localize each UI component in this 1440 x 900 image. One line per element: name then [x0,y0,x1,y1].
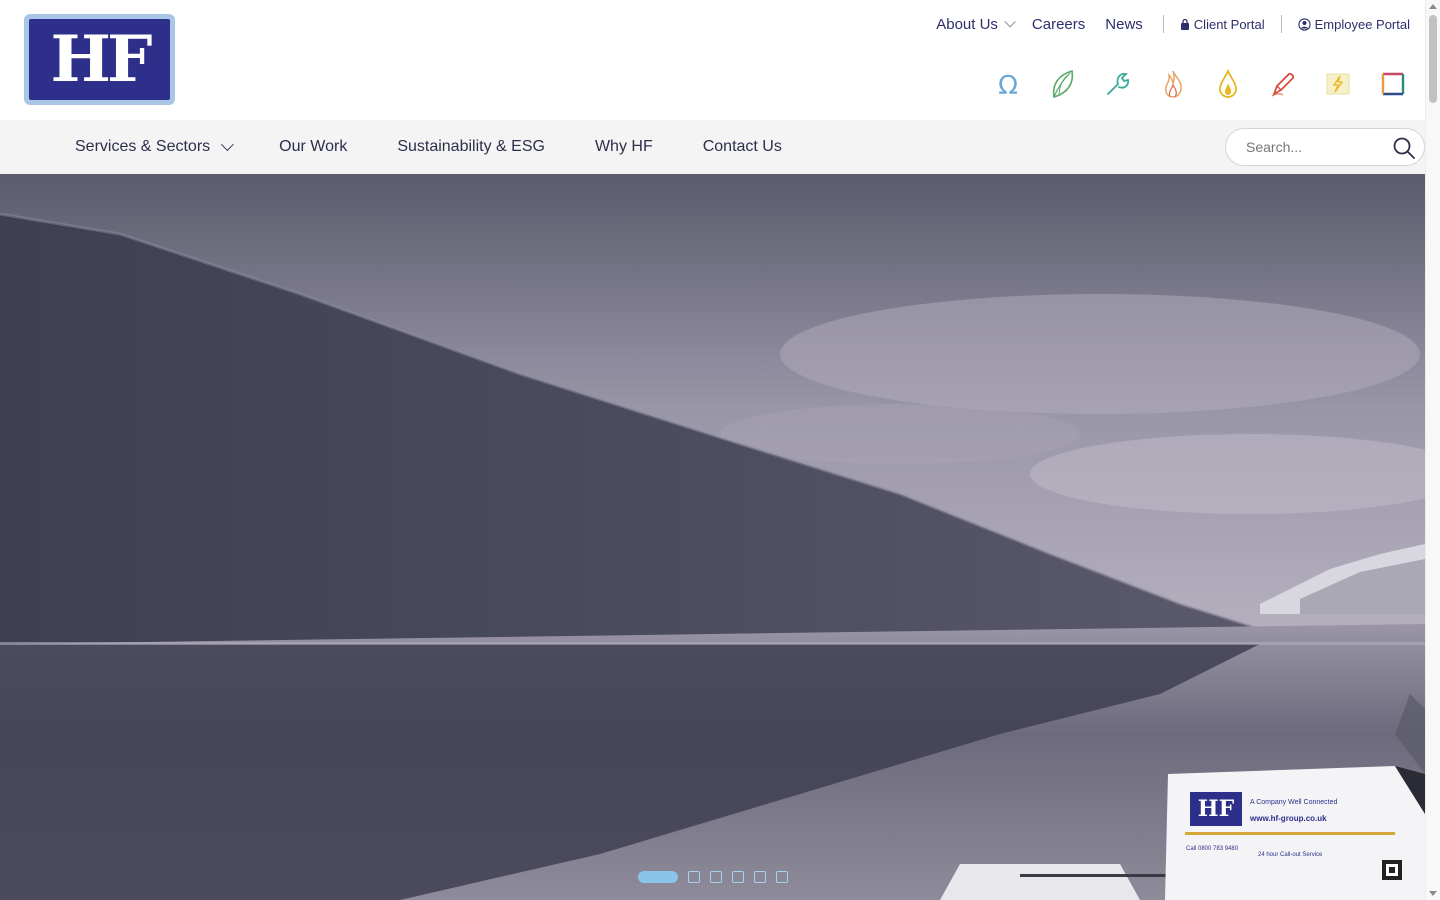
van-tagline: A Company Well Connected [1250,799,1338,806]
fire-drop-icon[interactable] [1212,68,1244,100]
logo-text: HF [50,21,153,97]
flame-icon[interactable] [1157,68,1189,100]
scroll-up-icon[interactable] [1429,4,1437,9]
page: HF About Us Careers News Client Portal E… [0,0,1440,900]
wrench-icon[interactable] [1102,68,1134,100]
page-scrollbar[interactable] [1425,0,1440,900]
scroll-down-icon[interactable] [1429,891,1437,896]
van-service: 24 hour Call-out Service [1258,852,1323,858]
nav-label: Services & Sectors [75,138,211,155]
omega-icon[interactable]: Ω [992,68,1024,100]
utility-nav: About Us Careers News Client Portal Empl… [916,12,1410,36]
slide-dot-3[interactable] [710,871,722,883]
van: HF A Company Well Connected www.hf-group… [1165,766,1425,900]
van-website: www.hf-group.co.uk [1249,814,1327,823]
slide-dot-6[interactable] [776,871,788,883]
client-portal-label: Client Portal [1193,16,1265,32]
employee-portal-link[interactable]: Employee Portal [1297,16,1410,32]
user-circle-icon [1297,17,1311,31]
logo-badge: HF [29,19,170,100]
search-icon[interactable] [1392,136,1416,160]
employee-portal-label: Employee Portal [1314,16,1410,32]
nav-contact-us[interactable]: Contact Us [703,138,782,156]
search-box [1225,128,1425,166]
main-nav: Services & Sectors Our Work Sustainabili… [0,120,1425,174]
van-phone: Call 0800 783 9480 [1186,846,1239,852]
hf-logo[interactable]: HF [24,14,175,105]
site-header: HF About Us Careers News Client Portal E… [0,0,1425,120]
search-input[interactable] [1246,139,1386,155]
careers-link[interactable]: Careers [1032,16,1085,33]
slide-dot-4[interactable] [732,871,744,883]
scrollbar-thumb[interactable] [1429,15,1437,103]
news-link[interactable]: News [1105,16,1143,33]
sector-icons: Ω [969,68,1409,100]
nav-sustainability-esg[interactable]: Sustainability & ESG [397,138,545,156]
divider [1162,15,1164,33]
slide-dot-1[interactable] [638,871,678,883]
lock-icon [1180,18,1190,30]
nav-services-sectors[interactable]: Services & Sectors [75,137,234,156]
lightning-icon[interactable] [1322,68,1354,100]
main-nav-items: Services & Sectors Our Work Sustainabili… [75,120,832,174]
hero-image: HF A Company Well Connected www.hf-group… [0,174,1425,900]
slide-dot-5[interactable] [754,871,766,883]
slider-pagination [638,871,798,883]
about-us-label: About Us [936,15,998,33]
square-icon[interactable] [1377,68,1409,100]
about-us-link[interactable]: About Us [936,15,1016,33]
chevron-down-icon [221,137,234,151]
divider [1280,15,1282,33]
van-logo: HF [1198,796,1235,822]
nav-our-work[interactable]: Our Work [279,138,347,156]
client-portal-link[interactable]: Client Portal [1180,17,1265,32]
nav-why-hf[interactable]: Why HF [595,138,653,156]
svg-text:Ω: Ω [998,71,1018,98]
hero-slider: HF A Company Well Connected www.hf-group… [0,174,1425,900]
leaf-icon[interactable] [1047,68,1079,100]
slide-dot-2[interactable] [688,871,700,883]
pen-icon[interactable] [1267,68,1299,100]
chevron-down-icon [1004,16,1016,28]
